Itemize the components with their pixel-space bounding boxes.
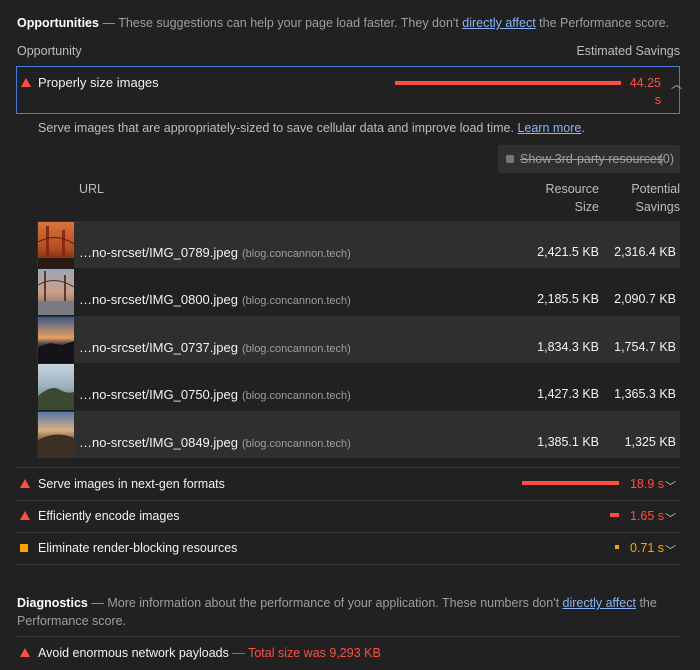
resource-size: 1,385.1 KB — [537, 435, 599, 449]
column-header-savings: Estimated Savings — [576, 44, 680, 58]
diagnostic-title-text: Avoid enormous network payloads — [38, 646, 229, 660]
fail-triangle-icon — [20, 648, 30, 657]
fail-triangle-icon — [20, 511, 30, 520]
resource-header-line2: Size — [574, 200, 599, 214]
savings-value: 44.25 s — [625, 75, 661, 109]
heading-dash: — — [102, 16, 115, 30]
average-square-icon — [20, 544, 28, 552]
opportunities-heading: Opportunities — [17, 16, 99, 30]
third-party-count: (0) — [658, 152, 674, 166]
table-row: …no-srcset/IMG_0849.jpeg (blog.concannon.… — [37, 411, 680, 458]
resource-size: 2,185.5 KB — [537, 292, 599, 306]
savings-value: 1.65 s — [629, 509, 664, 523]
diagnostics-line2: Performance score. — [17, 614, 127, 628]
thumbnail-image-0800 — [38, 269, 74, 315]
fail-triangle-icon — [20, 479, 30, 488]
table-row: …no-srcset/IMG_0800.jpeg (blog.concannon.… — [37, 268, 680, 315]
third-party-filter[interactable]: Show 3rd-party resources (0) — [498, 145, 680, 173]
opportunity-render-blocking[interactable]: Eliminate render-blocking resources 0.71… — [16, 532, 680, 565]
savings-bar — [615, 545, 619, 549]
url-host: (blog.concannon.tech) — [241, 390, 351, 402]
diagnostics-intro: More information about the performance o… — [107, 596, 560, 610]
potential-header-line1: Potential — [631, 182, 680, 196]
opportunities-outro: the Performance score. — [539, 16, 670, 30]
savings-value: 0.71 s — [629, 541, 664, 555]
row-url[interactable]: …no-srcset/IMG_0750.jpeg (blog.concannon.… — [79, 387, 351, 402]
thumbnail-image-0737 — [38, 317, 74, 363]
opportunity-title: Serve images in next-gen formats — [38, 477, 225, 491]
resource-size: 2,421.5 KB — [537, 245, 599, 259]
resource-size: 1,427.3 KB — [537, 387, 599, 401]
learn-more-link[interactable]: Learn more — [517, 121, 581, 135]
thumbnail-image-0849 — [38, 412, 74, 458]
chevron-down-icon[interactable]: ﹀ — [665, 542, 676, 558]
description-text: Serve images that are appropriately-size… — [38, 121, 514, 135]
potential-savings: 1,325 KB — [624, 435, 676, 449]
table-header-potential-savings: Potential Savings — [600, 180, 680, 216]
url-host: (blog.concannon.tech) — [241, 438, 351, 450]
row-url[interactable]: …no-srcset/IMG_0800.jpeg (blog.concannon.… — [79, 292, 351, 307]
column-header-opportunity: Opportunity — [17, 44, 82, 58]
chevron-down-icon[interactable]: ﹀ — [665, 510, 676, 526]
fail-triangle-icon — [21, 78, 31, 87]
url-text: …no-srcset/IMG_0737.jpeg — [79, 340, 238, 355]
third-party-checkbox[interactable] — [506, 155, 514, 163]
savings-number: 44.25 — [629, 76, 661, 90]
heading-dash: — — [91, 596, 104, 610]
opportunity-title: Properly size images — [38, 75, 159, 90]
url-text: …no-srcset/IMG_0750.jpeg — [79, 387, 238, 402]
row-url[interactable]: …no-srcset/IMG_0789.jpeg (blog.concannon.… — [79, 245, 351, 260]
url-text: …no-srcset/IMG_0849.jpeg — [79, 435, 238, 450]
opportunity-title: Efficiently encode images — [38, 509, 180, 523]
potential-savings: 1,754.7 KB — [614, 340, 676, 354]
row-url[interactable]: …no-srcset/IMG_0737.jpeg (blog.concannon.… — [79, 340, 351, 355]
opportunity-properly-size-images[interactable]: Properly size images 44.25 s ︿ — [16, 66, 682, 114]
opportunity-title: Eliminate render-blocking resources — [38, 541, 238, 555]
thumbnail-image-0789 — [38, 222, 74, 268]
row-url[interactable]: …no-srcset/IMG_0849.jpeg (blog.concannon.… — [79, 435, 351, 450]
diagnostics-heading: Diagnostics — [17, 596, 88, 610]
diagnostics-outro: the — [639, 596, 657, 610]
savings-value: 18.9 s — [629, 477, 664, 491]
diagnostics-header: Diagnostics — More information about the… — [17, 594, 682, 630]
url-text: …no-srcset/IMG_0800.jpeg — [79, 292, 238, 307]
diagnostic-detail: Total size was 9,293 KB — [248, 646, 381, 660]
description-period: . — [581, 121, 585, 135]
chevron-up-icon[interactable]: ︿ — [671, 76, 682, 92]
savings-unit: s — [654, 93, 661, 107]
opportunity-next-gen-formats[interactable]: Serve images in next-gen formats 18.9 s … — [16, 468, 680, 501]
diagnostic-dash: — — [232, 646, 245, 660]
chevron-down-icon[interactable]: ﹀ — [665, 478, 676, 494]
third-party-label: Show 3rd-party resources — [520, 152, 664, 166]
potential-savings: 1,365.3 KB — [614, 387, 676, 401]
table-header-resource-size: Resource Size — [520, 180, 600, 216]
thumbnail-image-0750 — [38, 364, 74, 410]
potential-savings: 2,316.4 KB — [614, 245, 676, 259]
resource-size: 1,834.3 KB — [537, 340, 599, 354]
url-host: (blog.concannon.tech) — [241, 343, 351, 355]
opportunity-description: Serve images that are appropriately-size… — [38, 121, 678, 135]
directly-affect-link[interactable]: directly affect — [462, 16, 535, 30]
directly-affect-link[interactable]: directly affect — [563, 596, 636, 610]
opportunity-encode-images[interactable]: Efficiently encode images 1.65 s ﹀ — [16, 500, 680, 533]
potential-header-line2: Savings — [635, 200, 680, 214]
diagnostic-title: Avoid enormous network payloads — Total … — [38, 646, 381, 660]
resource-header-line1: Resource — [545, 182, 600, 196]
url-host: (blog.concannon.tech) — [241, 295, 351, 307]
savings-bar — [610, 513, 619, 517]
savings-bar — [395, 81, 621, 85]
url-text: …no-srcset/IMG_0789.jpeg — [79, 245, 238, 260]
opportunities-intro: These suggestions can help your page loa… — [118, 16, 459, 30]
table-row: …no-srcset/IMG_0737.jpeg (blog.concannon.… — [37, 316, 680, 363]
opportunities-header: Opportunities — These suggestions can he… — [17, 14, 682, 32]
table-row: …no-srcset/IMG_0789.jpeg (blog.concannon.… — [37, 221, 680, 268]
table-header-url: URL — [79, 182, 105, 196]
diagnostic-network-payloads[interactable]: Avoid enormous network payloads — Total … — [16, 637, 680, 669]
table-row: …no-srcset/IMG_0750.jpeg (blog.concannon.… — [37, 363, 680, 410]
url-host: (blog.concannon.tech) — [241, 248, 351, 260]
savings-bar — [522, 481, 619, 485]
potential-savings: 2,090.7 KB — [614, 292, 676, 306]
